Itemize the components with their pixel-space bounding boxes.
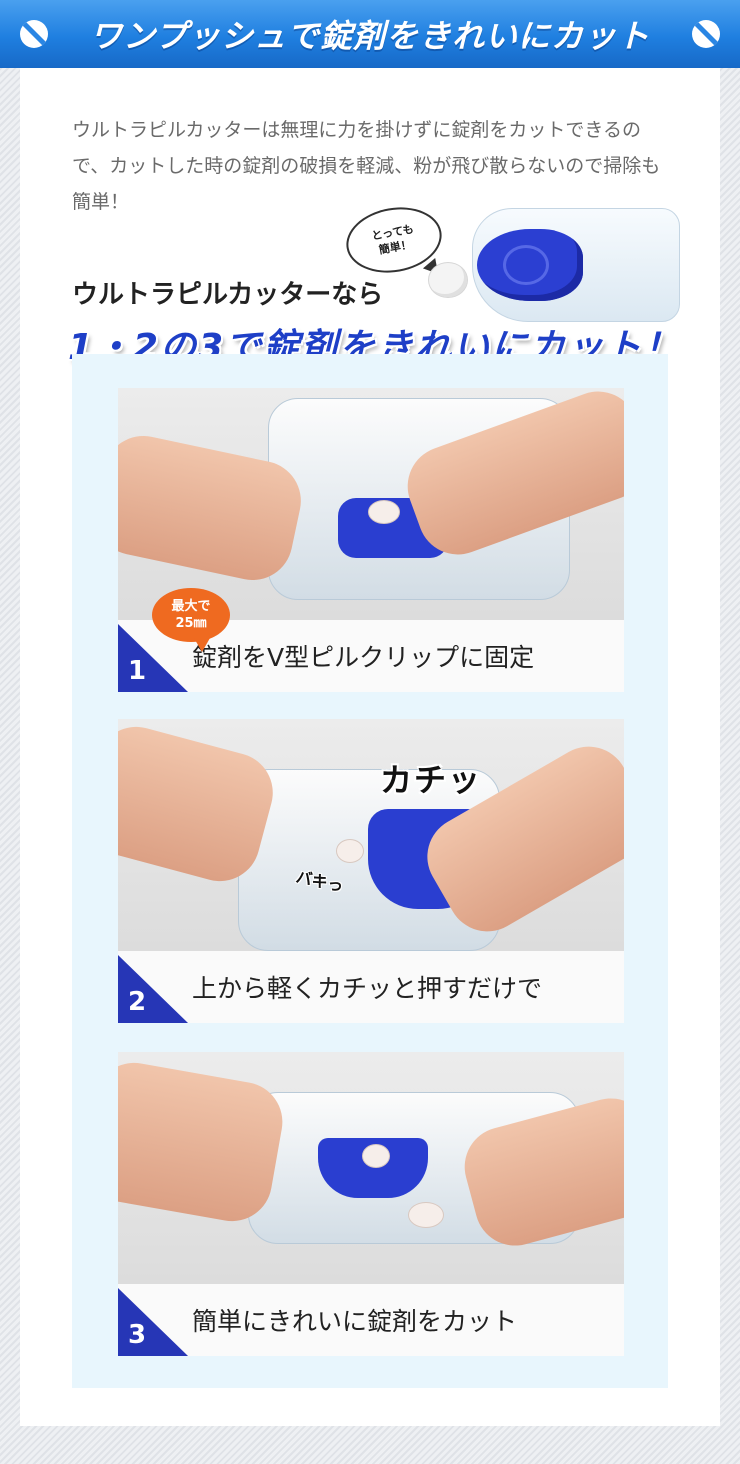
step-number: 2	[128, 987, 147, 1017]
step-caption-bar: 3 簡単にきれいに錠剤をカット	[118, 1284, 624, 1356]
step-caption: 錠剤をV型ピルクリップに固定	[192, 643, 535, 672]
max-size-badge: 最大で 25㎜	[152, 588, 230, 652]
pill-cutter-product-image	[472, 208, 680, 322]
subheading: ウルトラピルカッターなら	[72, 280, 384, 310]
pill-icon	[20, 20, 48, 48]
step-3-photo: 3 簡単にきれいに錠剤をカット	[118, 1052, 624, 1356]
intro-text: ウルトラピルカッターは無理に力を掛けずに錠剤をカットできるので、カットした時の錠…	[72, 119, 661, 213]
badge-line-2: 25㎜	[175, 616, 207, 631]
banner-title: ワンプッシュで錠剤をきれいにカット	[89, 17, 651, 55]
tablet-image	[428, 262, 468, 298]
step-caption: 簡単にきれいに錠剤をカット	[192, 1307, 518, 1336]
tablet-image	[368, 500, 400, 524]
step-caption-bar: 2 上から軽くカチッと押すだけで	[118, 951, 624, 1023]
step-number: 1	[128, 656, 147, 686]
pill-icon	[692, 20, 720, 48]
step-number: 3	[128, 1320, 147, 1350]
hand-left-image	[118, 1056, 289, 1228]
badge-line-1: 最大で	[171, 599, 211, 614]
step-2-photo: 2 上から軽くカチッと押すだけで	[118, 719, 624, 1023]
tablet-half-image	[408, 1202, 444, 1228]
step-caption: 上から軽くカチッと押すだけで	[192, 974, 543, 1003]
tablet-image	[336, 839, 364, 863]
tablet-half-image	[362, 1144, 390, 1168]
header-banner: ワンプッシュで錠剤をきれいにカット	[0, 0, 740, 68]
sound-effect-click: カチッ	[380, 761, 483, 799]
